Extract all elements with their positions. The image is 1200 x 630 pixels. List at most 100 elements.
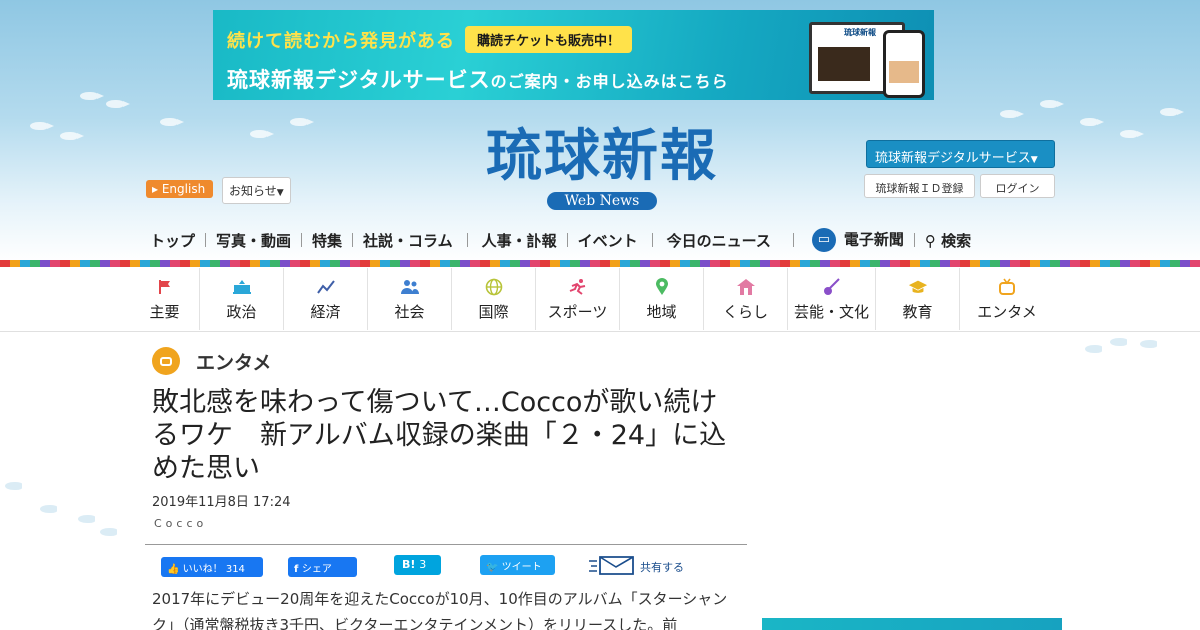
fish-decoration	[160, 118, 184, 126]
digital-service-dropdown[interactable]: 琉球新報デジタルサービス▼	[866, 140, 1055, 168]
category-label: 政治	[226, 302, 257, 321]
nav-separator	[466, 233, 468, 247]
people-icon	[400, 277, 420, 297]
nav-separator	[301, 233, 303, 247]
fish-decoration	[1080, 118, 1104, 126]
facebook-share-button[interactable]: f シェア	[288, 557, 357, 577]
site-logo[interactable]: 琉球新報 Web News	[452, 124, 752, 210]
category-label: 経済	[310, 302, 341, 321]
fish-decoration	[106, 100, 130, 108]
envelope-icon	[588, 555, 636, 580]
category-international[interactable]: 国際	[452, 268, 536, 330]
category-entertainment[interactable]: エンタメ	[960, 268, 1054, 330]
nav-today-news[interactable]: 今日のニュース	[667, 230, 771, 251]
category-economy[interactable]: 経済	[284, 268, 368, 330]
caret-right-icon: ▸	[152, 182, 162, 196]
banner-headline: 続けて読むから発見がある	[227, 31, 455, 52]
fish-decoration	[30, 122, 54, 130]
category-label: 主要	[149, 302, 180, 321]
tv-icon	[152, 347, 180, 375]
search-icon: ⚲	[924, 231, 942, 250]
notice-dropdown[interactable]: お知らせ▼	[222, 177, 291, 204]
category-label: 地域	[646, 302, 677, 321]
category-culture[interactable]: 芸能・文化	[788, 268, 876, 330]
nav-top[interactable]: トップ	[150, 230, 195, 251]
nav-e-newspaper[interactable]: ▭ 電子新聞	[811, 228, 904, 252]
category-education[interactable]: 教育	[876, 268, 960, 330]
logo-text: 琉球新報	[486, 123, 718, 189]
fish-decoration	[1140, 340, 1164, 348]
mail-share-label: 共有する	[640, 561, 684, 574]
tablet-logo: 琉球新報	[844, 28, 876, 37]
category-sports[interactable]: スポーツ	[536, 268, 620, 330]
fish-decoration	[290, 118, 314, 126]
facebook-like-button[interactable]: 👍 いいね！ 314	[161, 557, 263, 577]
sidebar-ad[interactable]	[762, 618, 1062, 630]
article-tag[interactable]: Cocco	[154, 517, 207, 530]
pin-icon	[652, 277, 672, 297]
nav-search[interactable]: ⚲ 検索	[925, 230, 971, 251]
sanshin-icon	[822, 277, 842, 297]
nav-event[interactable]: イベント	[578, 230, 638, 251]
notice-label: お知らせ	[229, 184, 277, 198]
hatena-bookmark-button[interactable]: B! 3	[394, 555, 441, 575]
nav-separator	[913, 233, 915, 247]
login-button[interactable]: ログイン	[980, 174, 1055, 198]
nav-separator	[792, 233, 794, 247]
nav-search-label: 検索	[941, 231, 972, 250]
fish-decoration	[1160, 108, 1184, 116]
nav-e-newspaper-label: 電子新聞	[843, 230, 904, 249]
nav-feature[interactable]: 特集	[312, 230, 342, 251]
fish-decoration	[40, 505, 64, 513]
category-society[interactable]: 社会	[368, 268, 452, 330]
fish-decoration	[250, 130, 274, 138]
nav-editorial[interactable]: 社説・コラム	[363, 230, 453, 251]
nav-personnel[interactable]: 人事・訃報	[482, 230, 557, 251]
english-button[interactable]: ▸ English	[146, 180, 214, 198]
category-nav: 主要 政治 経済 社会 国際 スポーツ 地域 くらし 芸能・文化 教育 エンタメ	[130, 268, 1060, 330]
tv-icon	[997, 277, 1017, 297]
caret-down-icon: ▼	[276, 188, 284, 198]
category-label: スポーツ	[547, 302, 608, 321]
category-label: 芸能・文化	[793, 302, 869, 321]
category-label: 国際	[478, 302, 509, 321]
banner-subline-main: 琉球新報デジタルサービス	[227, 68, 491, 92]
mail-share-button[interactable]: 共有する	[588, 555, 684, 580]
nav-separator	[566, 233, 568, 247]
fish-decoration	[1085, 345, 1109, 353]
category-label: 教育	[902, 302, 933, 321]
fish-decoration	[1110, 338, 1134, 346]
digital-service-banner[interactable]: 続けて読むから発見がある 購読チケットも販売中！ 琉球新報デジタルサービスのご案…	[213, 10, 934, 100]
flag-icon	[155, 277, 175, 297]
english-label: English	[161, 182, 206, 196]
category-nav-border	[0, 331, 1200, 332]
nav-separator	[651, 233, 653, 247]
parliament-icon	[232, 277, 252, 297]
banner-subline: 琉球新報デジタルサービスのご案内・お申し込みはこちら	[227, 64, 729, 94]
phone-screen	[889, 61, 919, 83]
twitter-icon: 🐦	[486, 562, 502, 573]
fish-decoration	[1120, 130, 1144, 138]
cap-icon	[908, 277, 928, 297]
category-main[interactable]: 主要	[130, 268, 200, 330]
phone-illustration	[883, 30, 925, 98]
tweet-button[interactable]: 🐦 ツイート	[480, 555, 555, 575]
fish-decoration	[80, 92, 104, 100]
hatena-count: 3	[419, 558, 427, 571]
section-header[interactable]: エンタメ	[152, 347, 271, 375]
article-divider	[145, 544, 747, 545]
id-register-button[interactable]: 琉球新報ＩＤ登録	[864, 174, 975, 198]
category-label: エンタメ	[977, 302, 1037, 321]
caret-down-icon: ▼	[1030, 155, 1038, 165]
house-icon	[736, 277, 756, 297]
nav-photo-video[interactable]: 写真・動画	[216, 230, 291, 251]
category-region[interactable]: 地域	[620, 268, 704, 330]
category-label: 社会	[394, 302, 425, 321]
facebook-icon: f	[294, 564, 302, 575]
section-name: エンタメ	[196, 351, 272, 374]
category-life[interactable]: くらし	[704, 268, 788, 330]
logo-webnews: Web News	[546, 192, 658, 210]
article-body: 2017年にデビュー20周年を迎えたCoccoが10月、10作目のアルバム「スタ…	[152, 590, 728, 630]
category-politics[interactable]: 政治	[200, 268, 284, 330]
category-label: くらし	[722, 302, 768, 321]
